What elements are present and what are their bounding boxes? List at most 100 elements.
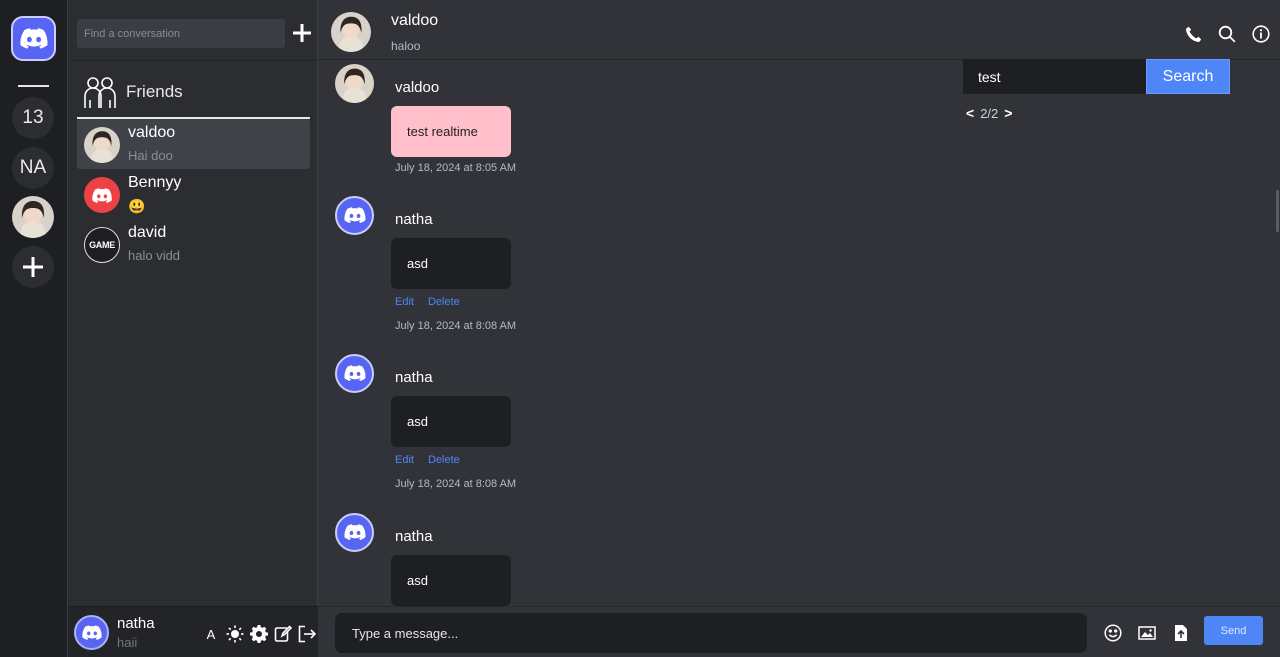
message-actions: Edit Delete (395, 296, 460, 308)
next-result-button[interactable]: > (1004, 105, 1012, 121)
message-bubble: asd (391, 396, 511, 447)
discord-logo-icon (81, 624, 102, 640)
logout-icon (298, 625, 316, 643)
delete-message-link[interactable]: Delete (428, 296, 460, 308)
discord-logo-icon (343, 207, 365, 223)
friends-icon (84, 77, 116, 108)
phone-icon (1185, 26, 1201, 42)
message-author: natha (395, 211, 433, 228)
message-bubble: test realtime (391, 106, 511, 157)
dm-item-bennyy[interactable]: Bennyy 😃 (77, 169, 310, 219)
scrollbar-thumb[interactable] (1276, 190, 1279, 232)
dm-name: Bennyy (128, 174, 182, 191)
friends-link[interactable]: Friends (82, 74, 183, 110)
avatar (84, 127, 120, 163)
info-button[interactable] (1251, 24, 1271, 44)
gear-icon (250, 625, 268, 643)
dm-name: david (128, 224, 167, 241)
avatar (335, 354, 374, 393)
message-author: valdoo (395, 79, 440, 96)
settings-button[interactable] (249, 624, 269, 644)
portrait-avatar-icon (84, 127, 120, 163)
edit-icon (274, 625, 292, 642)
message-actions: Edit Delete (395, 454, 460, 466)
file-upload-icon (1175, 625, 1187, 641)
avatar (331, 12, 371, 52)
portrait-avatar-icon (331, 12, 371, 52)
dm-preview: halo vidd (128, 248, 181, 263)
avatar (84, 177, 120, 213)
message: valdoo test realtime July 18, 2024 at 8:… (318, 60, 1018, 180)
message-list: valdoo test realtime July 18, 2024 at 8:… (318, 60, 1280, 606)
send-button[interactable]: Send (1204, 616, 1263, 645)
plus-icon (23, 257, 43, 277)
font-size-button[interactable]: A (201, 624, 221, 644)
edit-profile-button[interactable] (273, 624, 293, 644)
message-bubble: asd (391, 555, 511, 606)
emoji-icon (1104, 624, 1122, 642)
user-status: haii (117, 635, 138, 650)
discord-logo-icon (19, 27, 48, 49)
edit-message-link[interactable]: Edit (395, 296, 414, 308)
search-result-count: 2/2 (980, 105, 999, 121)
chat-header: valdoo haloo (318, 0, 1280, 60)
message-timestamp: July 18, 2024 at 8:08 AM (395, 478, 517, 490)
home-discord-button[interactable] (11, 16, 56, 61)
attach-file-button[interactable] (1171, 623, 1191, 643)
avatar (335, 513, 374, 552)
search-messages-button[interactable] (1217, 24, 1237, 44)
user-name: natha (117, 615, 155, 632)
sun-icon (226, 625, 244, 643)
message: natha asd Edit Delete July 18, 2024 at 8… (318, 192, 1018, 342)
new-dm-button[interactable] (290, 20, 314, 46)
emoji-button[interactable] (1103, 623, 1123, 643)
sidebar-divider (68, 60, 319, 61)
prev-result-button[interactable]: < (966, 105, 974, 121)
theme-toggle-button[interactable] (225, 624, 245, 644)
message-input[interactable] (335, 613, 1087, 653)
message-composer: Send (318, 606, 1280, 657)
message-bubble: asd (391, 238, 511, 289)
avatar (335, 196, 374, 235)
message-timestamp: July 18, 2024 at 8:05 AM (395, 162, 517, 174)
search-icon (1218, 25, 1236, 43)
add-server-button[interactable] (12, 246, 54, 288)
dm-item-david[interactable]: GAME david halo vidd (77, 219, 310, 269)
message-search-button[interactable]: Search (1146, 59, 1230, 94)
discord-logo-icon (92, 188, 112, 203)
dm-preview: Hai doo (128, 148, 173, 163)
avatar-text: GAME (89, 240, 115, 250)
friends-label: Friends (126, 82, 183, 101)
dm-preview: 😃 (128, 198, 146, 214)
discord-logo-icon (343, 365, 365, 381)
server-13-button[interactable]: 13 (12, 97, 54, 139)
call-button[interactable] (1183, 24, 1203, 44)
avatar (335, 64, 374, 103)
find-conversation-input[interactable] (77, 19, 285, 48)
delete-message-link[interactable]: Delete (428, 454, 460, 466)
message-author: natha (395, 369, 433, 386)
image-icon (1138, 626, 1156, 640)
server-rail: 13 NA (0, 0, 67, 657)
dm-item-valdoo[interactable]: valdoo Hai doo (77, 119, 310, 169)
message-author: natha (395, 528, 433, 545)
dm-name: valdoo (128, 124, 176, 141)
user-panel: natha haii A (68, 606, 319, 657)
chat-area: valdoo haloo valdoo test realtime July 1… (318, 0, 1280, 657)
portrait-avatar-icon (335, 64, 374, 103)
discord-logo-icon (343, 524, 365, 540)
message-search-input[interactable] (963, 59, 1146, 94)
message: natha asd Edit Delete July 18, 2024 at 8… (318, 350, 1018, 500)
app: 13 NA Friends valdoo Hai doo (0, 0, 1280, 657)
message-search-bar: Search (963, 59, 1230, 94)
message: natha asd (318, 509, 1018, 606)
attach-image-button[interactable] (1137, 623, 1157, 643)
server-na-button[interactable]: NA (12, 147, 54, 189)
plus-icon (293, 24, 311, 42)
user-avatar[interactable] (74, 615, 109, 650)
avatar: GAME (84, 227, 120, 263)
edit-message-link[interactable]: Edit (395, 454, 414, 466)
composer-actions (1103, 623, 1191, 643)
logout-button[interactable] (297, 624, 317, 644)
server-avatar-button[interactable] (12, 196, 54, 238)
